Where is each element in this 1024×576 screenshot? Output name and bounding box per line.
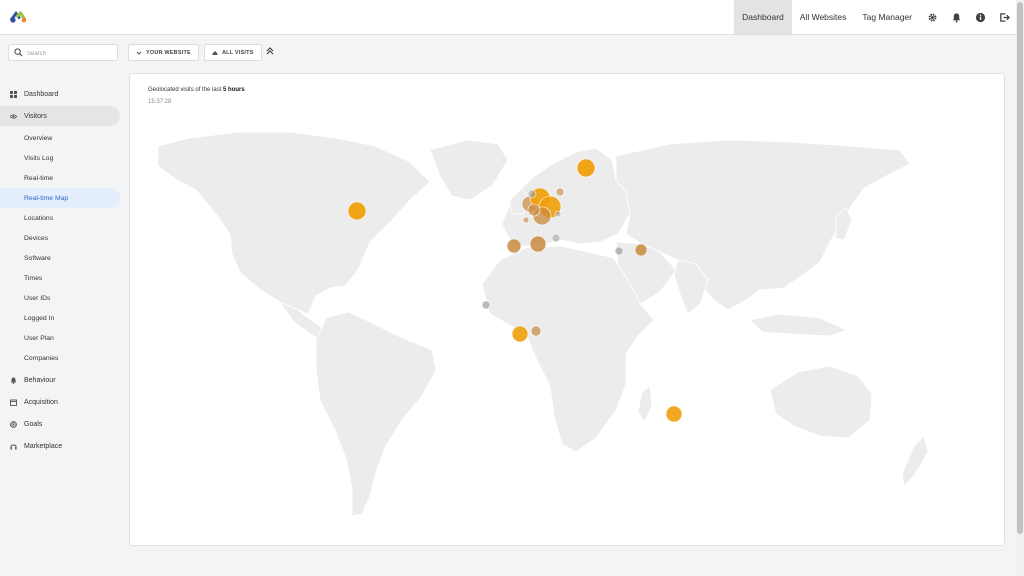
realtime-map-card: Geolocated visits of the last 5 hours 15…	[129, 73, 1005, 546]
visit-marker[interactable]	[529, 235, 547, 253]
visit-marker[interactable]	[522, 216, 530, 224]
menu-behaviour-label: Behaviour	[24, 376, 56, 384]
search-box	[8, 44, 119, 61]
logout-icon[interactable]	[992, 0, 1016, 34]
menu-acquisition[interactable]: Acquisition	[0, 392, 120, 412]
site-selector[interactable]: YOUR WEBSITE	[128, 44, 199, 61]
eye-icon	[10, 113, 17, 119]
menu-acquisition-label: Acquisition	[24, 398, 58, 406]
visit-marker[interactable]	[555, 187, 565, 197]
visit-marker[interactable]	[527, 189, 537, 199]
calendar-icon	[10, 399, 17, 406]
visit-marker[interactable]	[665, 405, 683, 423]
search-icon	[14, 48, 23, 57]
land-madagascar	[637, 385, 653, 423]
nav-dashboard[interactable]: Dashboard	[734, 0, 792, 34]
visit-marker[interactable]	[347, 201, 367, 221]
scrollbar-thumb[interactable]	[1017, 2, 1023, 534]
menu-visitors[interactable]: Visitors	[0, 106, 120, 126]
menu-logged-in[interactable]: Logged In	[0, 308, 120, 328]
menu-visits-log[interactable]: Visits Log	[0, 148, 120, 168]
nav-tag-manager[interactable]: Tag Manager	[854, 0, 920, 34]
map-clock: 15:37:28	[148, 99, 172, 105]
visit-marker[interactable]	[530, 325, 542, 337]
world-map[interactable]	[130, 74, 1006, 547]
menu-real-time-map[interactable]: Real-time Map	[0, 188, 120, 208]
target-icon	[10, 420, 17, 428]
info-icon[interactable]	[968, 0, 992, 34]
menu-user-plan[interactable]: User Plan	[0, 328, 120, 348]
chevron-down-icon	[136, 51, 142, 55]
menu-locations[interactable]: Locations	[0, 208, 120, 228]
menu-dashboard[interactable]: Dashboard	[0, 84, 120, 104]
menu-marketplace[interactable]: Marketplace	[0, 436, 120, 456]
menu-devices[interactable]: Devices	[0, 228, 120, 248]
map-heading-period: 5 hours	[223, 87, 245, 93]
menu-companies[interactable]: Companies	[0, 348, 120, 368]
bell-icon[interactable]	[944, 0, 968, 34]
land-southeast-asia-islands	[749, 313, 848, 337]
search-input[interactable]	[25, 46, 119, 61]
menu-marketplace-label: Marketplace	[24, 442, 63, 450]
matomo-logo[interactable]	[10, 11, 26, 23]
headset-icon	[10, 444, 17, 449]
segment-selector-label: ALL VISITS	[222, 49, 254, 56]
visit-marker[interactable]	[481, 300, 491, 310]
top-navigation: Dashboard All Websites Tag Manager	[734, 0, 1016, 34]
page-scrollbar[interactable]	[1016, 0, 1024, 576]
menu-visitors-label: Visitors	[24, 112, 47, 120]
visit-marker[interactable]	[576, 158, 596, 178]
sidebar-menu: Dashboard Visitors Overview Visits Log R…	[0, 84, 120, 458]
land-greenland	[429, 139, 509, 201]
menu-goals[interactable]: Goals	[0, 414, 120, 434]
menu-software[interactable]: Software	[0, 248, 120, 268]
menu-user-ids[interactable]: User IDs	[0, 288, 120, 308]
visit-marker[interactable]	[614, 246, 624, 256]
visit-marker[interactable]	[511, 325, 529, 343]
collapse-chevron-icon[interactable]	[265, 46, 275, 56]
menu-dashboard-label: Dashboard	[24, 90, 59, 98]
menu-overview[interactable]: Overview	[0, 128, 120, 148]
site-selector-label: YOUR WEBSITE	[146, 49, 191, 56]
visit-marker[interactable]	[551, 233, 561, 243]
gear-icon[interactable]	[920, 0, 944, 34]
map-heading-prefix: Geolocated visits of the last	[148, 87, 222, 93]
map-heading: Geolocated visits of the last 5 hours	[148, 87, 245, 93]
bell-icon	[10, 377, 17, 384]
segment-selector[interactable]: ALL VISITS	[204, 44, 262, 61]
nav-all-websites[interactable]: All Websites	[792, 0, 855, 34]
grid-icon	[10, 90, 17, 98]
menu-real-time[interactable]: Real-time	[0, 168, 120, 188]
menu-behaviour[interactable]: Behaviour	[0, 370, 120, 390]
visit-marker[interactable]	[527, 203, 541, 217]
menu-times[interactable]: Times	[0, 268, 120, 288]
segment-icon	[212, 50, 218, 55]
top-bar: Dashboard All Websites Tag Manager	[0, 0, 1016, 35]
land-australia	[769, 365, 873, 439]
visit-marker[interactable]	[554, 210, 562, 218]
menu-goals-label: Goals	[24, 420, 43, 428]
land-north-america	[157, 131, 431, 315]
visit-marker[interactable]	[506, 238, 522, 254]
land-south-america	[315, 311, 437, 517]
land-new-zealand	[901, 435, 929, 487]
visit-marker[interactable]	[634, 243, 648, 257]
